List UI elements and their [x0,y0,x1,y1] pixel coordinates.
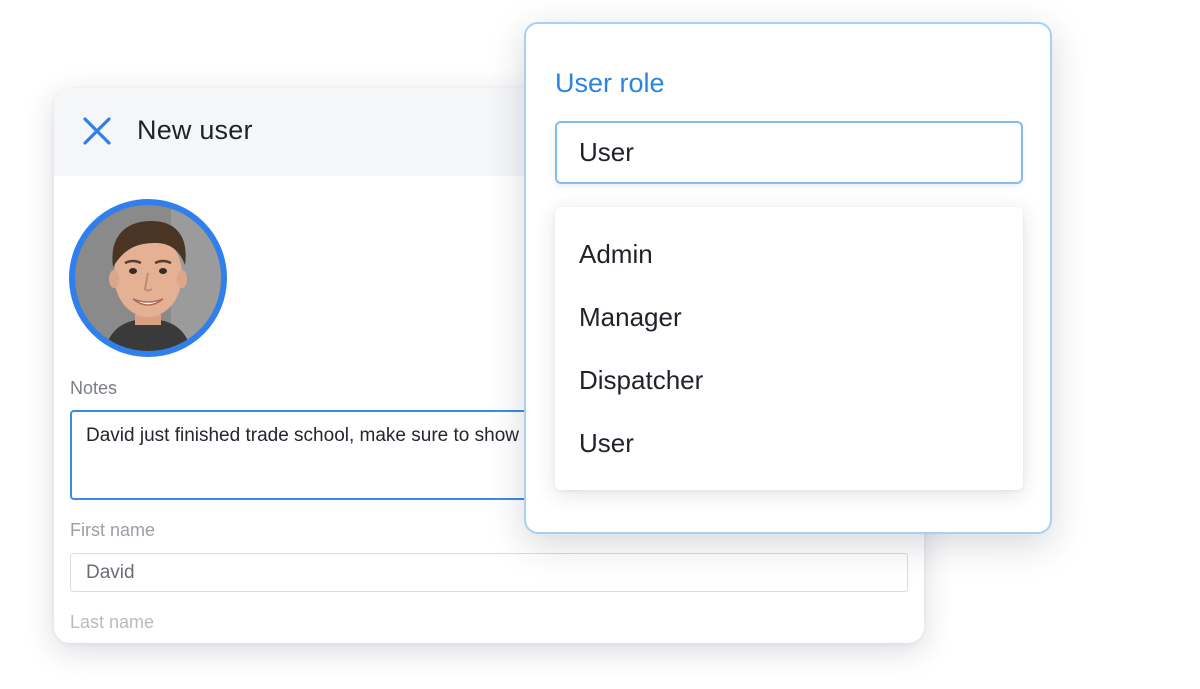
dialog-title: New user [137,115,253,145]
first-name-field[interactable]: David [70,553,908,592]
user-photo-icon [75,205,221,351]
last-name-label: Last name [70,612,155,632]
role-option-admin[interactable]: Admin [579,239,653,270]
notes-label: Notes [70,378,118,398]
user-role-title: User role [555,68,665,98]
role-option-manager[interactable]: Manager [579,302,682,333]
role-option-user[interactable]: User [579,428,634,459]
role-option-dispatcher[interactable]: Dispatcher [579,365,703,396]
user-role-options: Admin Manager Dispatcher User [555,207,1023,490]
user-role-popover: User role User Admin Manager Dispatcher … [524,22,1052,534]
first-name-label: First name [70,520,156,540]
avatar[interactable] [69,199,227,357]
stage: New user Notes David just finished trade… [0,0,1200,689]
user-role-select[interactable]: User [555,121,1023,184]
close-icon[interactable] [80,114,114,148]
